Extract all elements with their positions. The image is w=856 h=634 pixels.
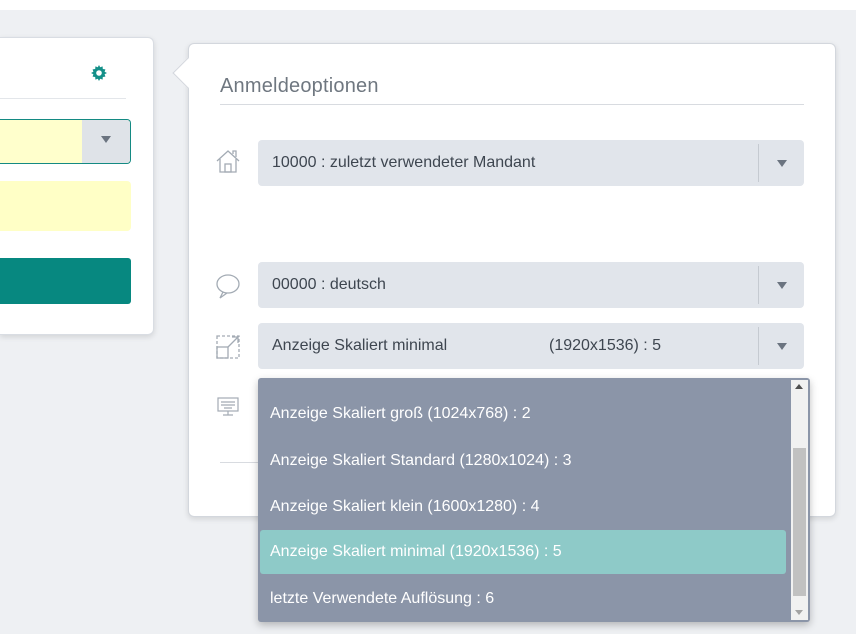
dropdown-scrollbar[interactable]: [791, 380, 808, 620]
dropdown-option[interactable]: Anzeige Skaliert klein (1600x1280) : 4: [260, 485, 786, 529]
resolution-value-size: (1920x1536) : 5: [549, 337, 662, 354]
resolution-select[interactable]: Anzeige Skaliert minimal (1920x1536) : 5: [258, 323, 804, 369]
language-select[interactable]: 00000 : deutsch: [258, 262, 804, 308]
dropdown-option[interactable]: Anzeige Skaliert Standard (1280x1024) : …: [260, 439, 786, 483]
password-field[interactable]: [0, 181, 131, 231]
top-strip: [0, 0, 856, 10]
scroll-down-icon[interactable]: [795, 610, 803, 615]
scrollbar-thumb[interactable]: [793, 448, 806, 596]
panel-divider: [0, 98, 126, 99]
chevron-down-icon[interactable]: [777, 343, 787, 350]
resize-icon: [214, 333, 242, 361]
chevron-down-icon: [101, 136, 111, 143]
mandant-select[interactable]: 10000 : zuletzt verwendeter Mandant: [258, 140, 804, 186]
dropdown-option[interactable]: Anzeige Skaliert groß (1024x768) : 2: [260, 392, 786, 436]
select-separator: [758, 144, 759, 182]
select-separator: [758, 266, 759, 304]
bottom-divider: [220, 462, 260, 463]
mandant-value: 10000 : zuletzt verwendeter Mandant: [272, 154, 536, 171]
title-divider: [220, 104, 804, 105]
login-button[interactable]: [0, 258, 131, 304]
user-select-toggle[interactable]: [82, 120, 130, 163]
language-value: 00000 : deutsch: [272, 276, 386, 293]
dropdown-option-selected[interactable]: Anzeige Skaliert minimal (1920x1536) : 5: [260, 530, 786, 574]
keyboard-monitor-icon: [216, 395, 244, 423]
options-title: Anmeldeoptionen: [220, 75, 379, 97]
user-select[interactable]: [0, 119, 131, 164]
home-icon: [214, 147, 242, 175]
speech-bubble-icon: [214, 272, 242, 300]
chevron-down-icon[interactable]: [777, 160, 787, 167]
gear-icon[interactable]: [91, 65, 107, 81]
chevron-down-icon[interactable]: [777, 282, 787, 289]
select-separator: [758, 327, 759, 365]
login-panel: [0, 37, 154, 335]
dropdown-notch: [766, 378, 784, 379]
resolution-dropdown-list[interactable]: Anzeige Skaliert groß (1024x768) : 2 Anz…: [258, 378, 810, 622]
resolution-value-name: Anzeige Skaliert minimal: [272, 337, 448, 354]
popup-pointer: [172, 57, 204, 89]
dropdown-option[interactable]: letzte Verwendete Auflösung : 6: [260, 577, 786, 621]
scroll-up-icon[interactable]: [795, 384, 803, 389]
